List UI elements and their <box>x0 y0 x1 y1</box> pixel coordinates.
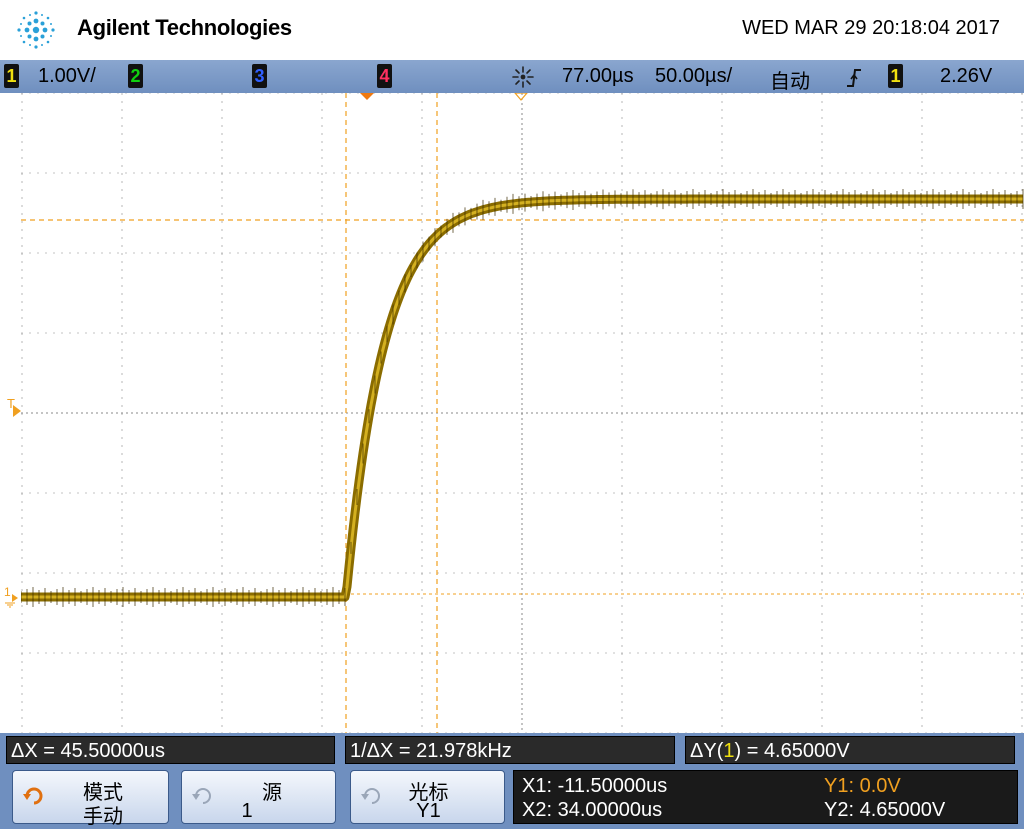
source-softkey-value: 1 <box>241 800 253 822</box>
rising-edge-icon <box>847 69 861 87</box>
cursor-softkey-value: Y1 <box>416 800 441 822</box>
mode-softkey[interactable]: 模式 手动 <box>12 770 169 828</box>
channel-1-indicator[interactable]: 1 <box>4 64 19 88</box>
x1-readout: X1: -11.50000us <box>522 775 668 797</box>
source-softkey[interactable]: 源 1 <box>181 770 336 824</box>
ground-icon <box>5 594 18 608</box>
waveform-display[interactable] <box>21 93 1024 733</box>
brand-name: Agilent Technologies <box>77 15 292 40</box>
y1-readout: Y1: 0.0V <box>824 775 901 797</box>
timebase-scale[interactable]: 50.00µs/ <box>655 65 732 88</box>
header: Agilent Technologies WED MAR 29 20:18:04… <box>0 0 1024 60</box>
rotate-knob-icon <box>359 783 385 809</box>
channel-3-indicator[interactable]: 3 <box>252 64 267 88</box>
delta-y-channel: 1 <box>723 740 735 762</box>
trigger-source[interactable]: 1 <box>888 64 903 88</box>
datetime: WED MAR 29 20:18:04 2017 <box>742 17 1000 39</box>
cursor-readout-panel: X1: -11.50000us X2: 34.00000us Y1: 0.0V … <box>513 770 1018 824</box>
softkey-bar: 模式 手动 源 1 光标 Y1 X1: -11.50000us X2: 34.0… <box>0 767 1024 829</box>
delta-y-value: ) = 4.65000V <box>734 740 850 762</box>
delta-x-readout: ΔX = 45.50000us <box>6 736 335 764</box>
channel-2-indicator[interactable]: 2 <box>128 64 143 88</box>
inverse-delta-x-readout: 1/ΔX = 21.978kHz <box>345 736 675 764</box>
trigger-arrow-icon <box>13 405 21 417</box>
x2-readout: X2: 34.00000us <box>522 799 663 821</box>
delay-marker-icon <box>360 93 374 100</box>
timebase-spark-icon <box>512 66 534 88</box>
rotate-knob-icon <box>21 783 47 809</box>
agilent-spark-logo <box>17 11 55 49</box>
mode-softkey-value: 手动 <box>83 806 123 828</box>
cursor-softkey[interactable]: 光标 Y1 <box>350 770 505 824</box>
status-bar: 1 1.00V/ 2 3 4 77.00µs 50.00µs/ 自动 1 2.2… <box>0 60 1024 93</box>
delta-y-readout: ΔY(1) = 4.65000V <box>685 736 1015 764</box>
rotate-knob-icon <box>190 783 216 809</box>
trigger-level[interactable]: 2.26V <box>940 65 992 88</box>
horizontal-delay[interactable]: 77.00µs <box>562 65 634 88</box>
graticule <box>21 93 1024 733</box>
measurement-bar: ΔX = 45.50000us 1/ΔX = 21.978kHz ΔY(1) =… <box>0 733 1024 767</box>
y2-readout: Y2: 4.65000V <box>824 799 946 821</box>
channel-4-indicator[interactable]: 4 <box>377 64 392 88</box>
time-reference-marker-icon <box>514 93 528 101</box>
delta-y-prefix: ΔY( <box>690 740 724 762</box>
trigger-mode[interactable]: 自动 <box>770 65 810 94</box>
channel-1-scale[interactable]: 1.00V/ <box>38 65 96 88</box>
